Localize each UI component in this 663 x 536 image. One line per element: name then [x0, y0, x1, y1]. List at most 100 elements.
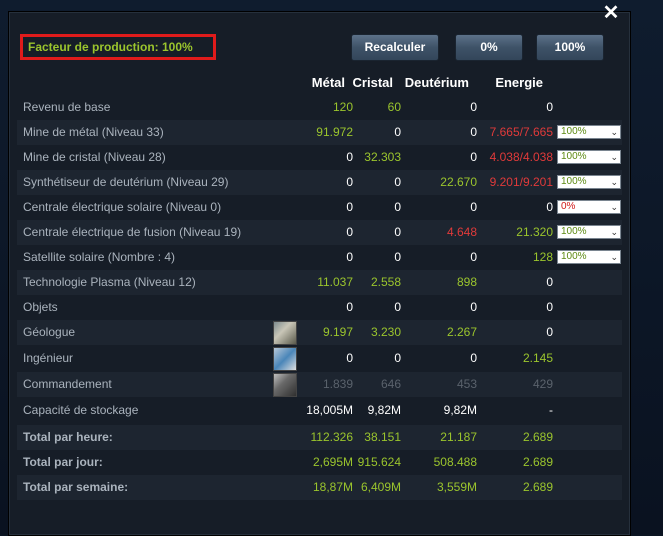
metal-value: 0: [346, 300, 353, 314]
energy-value: 0: [546, 275, 553, 289]
metal-value: 120: [332, 100, 353, 114]
table-row: Géologue 9.197 3.230 2.267 0: [17, 320, 622, 345]
set-zero-percent-button[interactable]: 0%: [455, 34, 523, 61]
chevron-down-icon: ⌄: [610, 177, 618, 187]
table-row: Technologie Plasma (Niveau 12) 11.037 2.…: [17, 270, 622, 295]
energy-value: 0: [546, 100, 553, 114]
table-row: Commandement 1.839 646 453 429: [17, 372, 622, 397]
deuterium-value: 0: [470, 125, 477, 139]
set-hundred-percent-button[interactable]: 100%: [536, 34, 604, 61]
metal-value: 9.197: [322, 325, 353, 339]
column-header-crystal: Cristal: [352, 75, 393, 90]
recalculate-button[interactable]: Recalculer: [351, 34, 439, 61]
metal-value: 2,695M: [312, 455, 353, 469]
deuterium-value: 508.488: [433, 455, 477, 469]
crystal-value: 0: [394, 200, 401, 214]
column-header-deuterium: Deutérium: [404, 75, 469, 90]
chevron-down-icon: ⌄: [610, 127, 618, 137]
metal-value: 0: [346, 225, 353, 239]
crystal-value: 0: [394, 175, 401, 189]
table-row: Satellite solaire (Nombre : 4) 0 0 0 128…: [17, 245, 622, 270]
table-row: Centrale électrique solaire (Niveau 0) 0…: [17, 195, 622, 220]
energy-value: 2.689: [522, 480, 553, 494]
row-label: Centrale électrique de fusion (Niveau 19…: [23, 225, 242, 239]
crystal-value: 3.230: [370, 325, 401, 339]
metal-value: 112.326: [310, 430, 354, 444]
deuterium-value: 0: [470, 300, 477, 314]
resource-settings-panel: ✕ Facteur de production: 100% Recalculer…: [8, 3, 631, 536]
row-label: Géologue: [23, 325, 76, 339]
table-row: Total par heure: 112.326 38.151 21.187 2…: [17, 425, 622, 450]
deuterium-value: 2.267: [446, 325, 477, 339]
close-icon[interactable]: ✕: [599, 3, 623, 23]
production-select-fusion-plant[interactable]: 100% ⌄: [557, 225, 621, 239]
select-value: 100%: [561, 226, 587, 237]
energy-value: 7.665/7.665: [489, 125, 553, 139]
metal-value: 0: [346, 200, 353, 214]
metal-value: 18,87M: [312, 480, 353, 494]
deuterium-value: 22.670: [440, 175, 477, 189]
chevron-down-icon: ⌄: [610, 152, 618, 162]
metal-value: 91.972: [316, 125, 353, 139]
crystal-value: 60: [387, 100, 401, 114]
metal-value: 18,005M: [306, 403, 353, 417]
column-header-metal: Métal: [311, 75, 345, 90]
crystal-value: 0: [394, 250, 401, 264]
energy-value: 2.689: [522, 455, 553, 469]
row-label: Revenu de base: [23, 100, 111, 114]
crystal-value: 32.303: [364, 150, 401, 164]
row-label: Total par heure:: [23, 430, 113, 444]
row-label: Satellite solaire (Nombre : 4): [23, 250, 176, 264]
deuterium-value: 9,82M: [443, 403, 477, 417]
production-select-deuterium-synth[interactable]: 100% ⌄: [557, 175, 621, 189]
table-row: Centrale électrique de fusion (Niveau 19…: [17, 220, 622, 245]
chevron-down-icon: ⌄: [610, 227, 618, 237]
column-header-energy: Energie: [495, 75, 543, 90]
select-value: 100%: [561, 126, 587, 137]
energy-value: 0: [546, 300, 553, 314]
crystal-value: 38.151: [364, 430, 401, 444]
deuterium-value: 0: [470, 200, 477, 214]
energy-value: 0: [546, 200, 553, 214]
production-select-crystal-mine[interactable]: 100% ⌄: [557, 150, 621, 164]
deuterium-value: 0: [470, 150, 477, 164]
crystal-value: 2.558: [370, 275, 401, 289]
crystal-value: 9,82M: [367, 403, 401, 417]
row-label: Commandement: [23, 377, 112, 391]
crystal-value: 6,409M: [360, 480, 401, 494]
row-label: Ingénieur: [23, 351, 74, 365]
deuterium-value: 453: [456, 377, 477, 391]
select-value: 100%: [561, 251, 587, 262]
production-select-solar-plant[interactable]: 0% ⌄: [557, 200, 621, 214]
deuterium-value: 0: [470, 100, 477, 114]
table-row: Mine de cristal (Niveau 28) 0 32.303 0 4…: [17, 145, 622, 170]
row-label: Synthétiseur de deutérium (Niveau 29): [23, 175, 229, 189]
energy-value: 0: [546, 325, 553, 339]
energy-value: 4.038/4.038: [489, 150, 553, 164]
metal-value: 0: [346, 351, 353, 365]
crystal-value: 0: [394, 300, 401, 314]
energy-value: 128: [532, 250, 553, 264]
row-label: Objets: [23, 300, 58, 314]
production-select-solar-satellite[interactable]: 100% ⌄: [557, 250, 621, 264]
select-value: 100%: [561, 151, 587, 162]
table-row: Objets 0 0 0 0: [17, 295, 622, 320]
energy-value: 2.145: [522, 351, 553, 365]
chevron-down-icon: ⌄: [610, 202, 618, 212]
energy-value: 9.201/9.201: [489, 175, 553, 189]
energy-value: 21.320: [516, 225, 553, 239]
table-row: Synthétiseur de deutérium (Niveau 29) 0 …: [17, 170, 622, 195]
row-label: Technologie Plasma (Niveau 12): [23, 275, 196, 289]
deuterium-value: 4.648: [446, 225, 477, 239]
row-label: Centrale électrique solaire (Niveau 0): [23, 200, 222, 214]
crystal-value: 915.624: [357, 455, 401, 469]
metal-value: 0: [346, 175, 353, 189]
crystal-value: 0: [394, 225, 401, 239]
metal-value: 11.037: [317, 275, 353, 289]
crystal-value: 0: [394, 125, 401, 139]
table-row: Capacité de stockage 18,005M 9,82M 9,82M…: [17, 398, 622, 423]
table-row: Ingénieur 0 0 0 2.145: [17, 346, 622, 371]
table-row: Mine de métal (Niveau 33) 91.972 0 0 7.6…: [17, 120, 622, 145]
production-select-metal-mine[interactable]: 100% ⌄: [557, 125, 621, 139]
energy-value: -: [549, 403, 553, 417]
